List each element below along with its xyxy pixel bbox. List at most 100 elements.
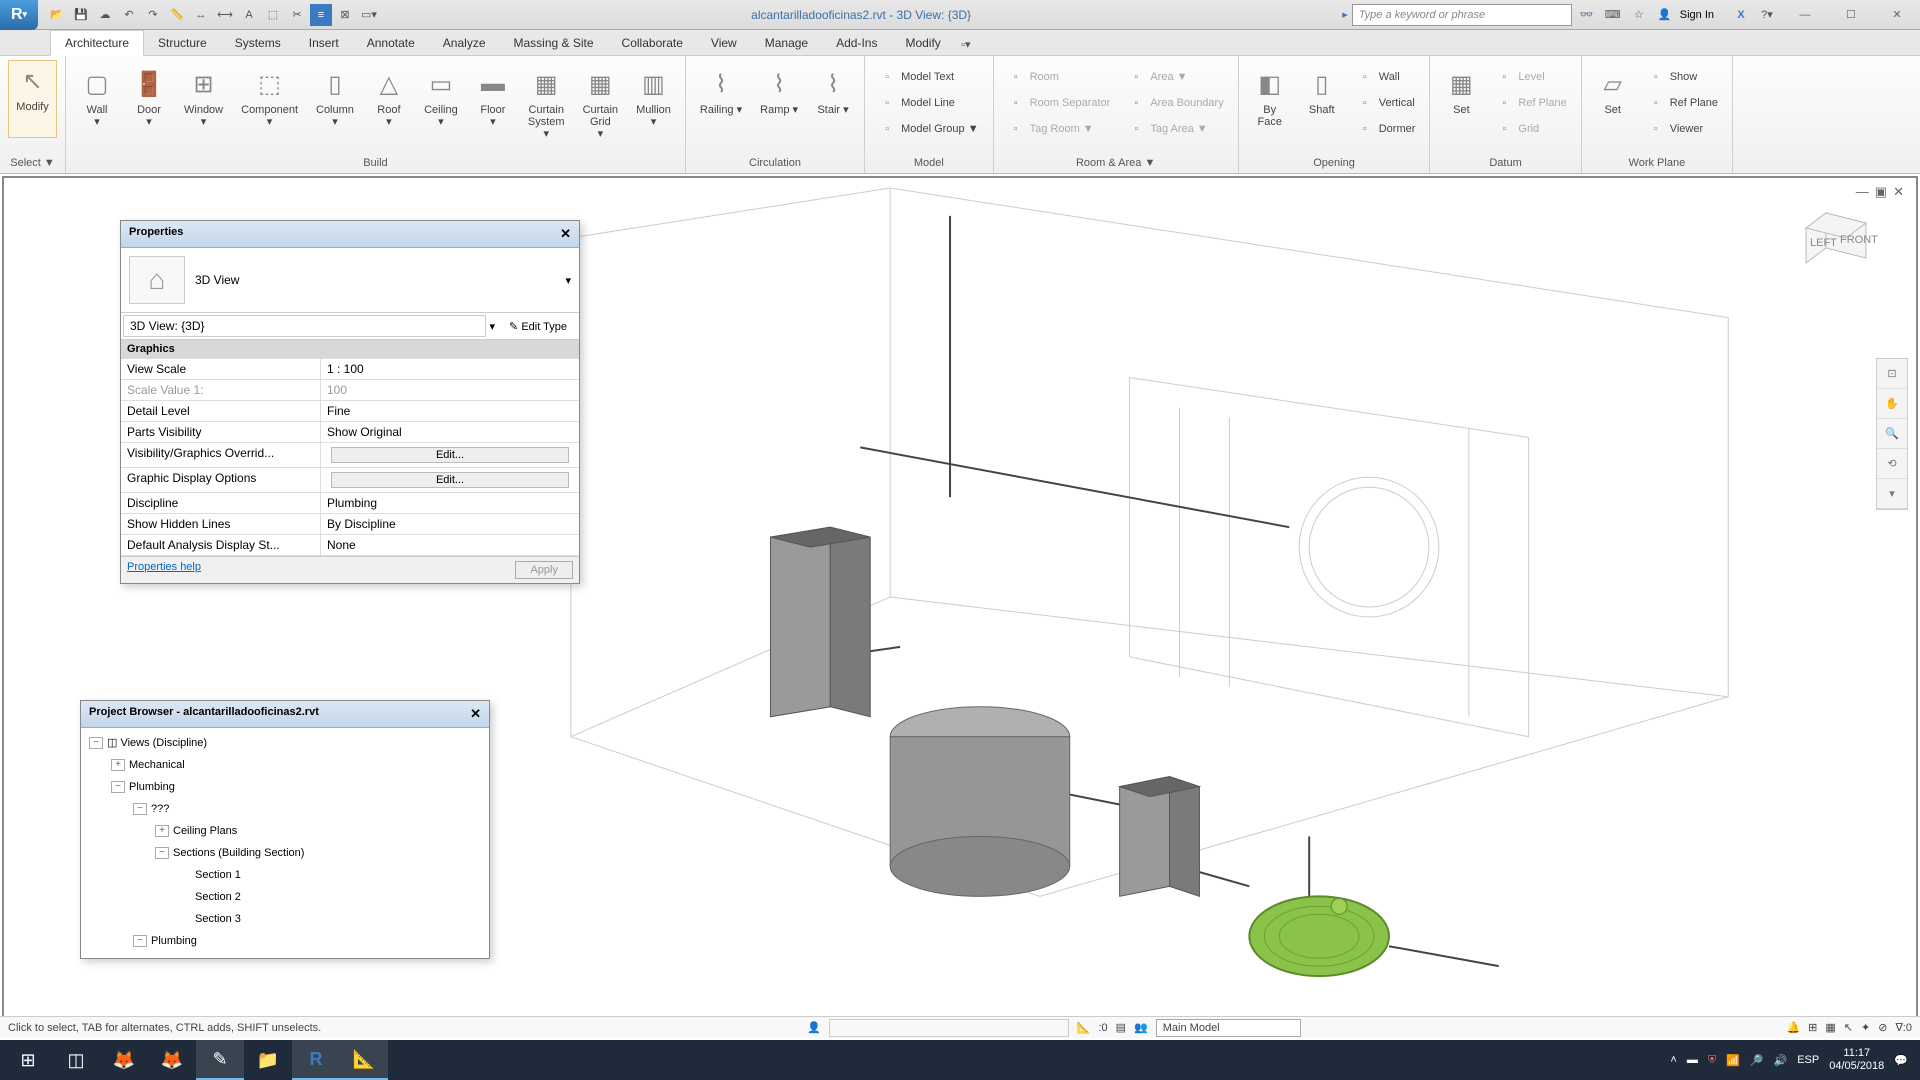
build-floor[interactable]: ▬Floor ▾ — [470, 64, 516, 132]
filter-icon[interactable]: ⊞ — [1808, 1021, 1817, 1034]
build-door[interactable]: 🚪Door ▾ — [126, 64, 172, 132]
small-areaboundary[interactable]: ▫Area Boundary — [1122, 90, 1229, 116]
prop-value[interactable]: Edit... — [321, 468, 579, 492]
tab-architecture[interactable]: Architecture — [50, 30, 144, 56]
keys-icon[interactable]: ⌨ — [1602, 4, 1624, 26]
small-show[interactable]: ▫Show — [1642, 64, 1724, 90]
orbit-icon[interactable]: ⟲ — [1877, 449, 1907, 479]
filter-icon[interactable]: 🔔 — [1786, 1021, 1800, 1034]
switch-icon[interactable]: ▭▾ — [358, 4, 380, 26]
filter-icon[interactable]: ▦ — [1825, 1021, 1835, 1034]
3d-icon[interactable]: ⬚ — [262, 4, 284, 26]
build-column[interactable]: ▯Column ▾ — [310, 64, 360, 132]
taskview-icon[interactable]: ◫ — [52, 1040, 100, 1080]
binoculars-icon[interactable]: 👓 — [1576, 4, 1598, 26]
filter-icon[interactable]: ✦ — [1861, 1021, 1870, 1034]
measure-icon[interactable]: 📏 — [166, 4, 188, 26]
type-name[interactable]: 3D View — [195, 273, 555, 287]
modify-tool[interactable]: ↖ Modify — [8, 60, 57, 138]
build-curtain system[interactable]: ▦Curtain System ▾ — [522, 64, 571, 144]
tray-volume-icon[interactable]: 🔊 — [1774, 1054, 1788, 1067]
tray-clock[interactable]: 11:1704/05/2018 — [1829, 1047, 1884, 1073]
filter-icon[interactable]: ∇:0 — [1895, 1021, 1912, 1034]
sync-icon[interactable]: ☁ — [94, 4, 116, 26]
zoom-icon[interactable]: 🔍 — [1877, 419, 1907, 449]
tray-icon[interactable]: 📶 — [1726, 1054, 1740, 1067]
build-curtain grid[interactable]: ▦Curtain Grid ▾ — [577, 64, 624, 144]
status-icon[interactable]: 👤 — [807, 1021, 821, 1034]
app-icon[interactable]: ✎ — [196, 1040, 244, 1080]
tab-collaborate[interactable]: Collaborate — [608, 31, 697, 55]
signin-link[interactable]: Sign In — [1680, 9, 1726, 21]
save-icon[interactable]: 💾 — [70, 4, 92, 26]
workplane-set[interactable]: ▱Set — [1590, 64, 1636, 120]
maximize-button[interactable]: ☐ — [1828, 0, 1874, 30]
build-window[interactable]: ⊞Window ▾ — [178, 64, 229, 132]
opening-shaft[interactable]: ▯Shaft — [1299, 64, 1345, 120]
open-icon[interactable]: 📂 — [46, 4, 68, 26]
minimize-button[interactable]: — — [1782, 0, 1828, 30]
small-dormer[interactable]: ▫Dormer — [1351, 116, 1422, 142]
tree-item[interactable]: Section 2 — [83, 886, 487, 908]
edit-type-button[interactable]: ✎ Edit Type — [499, 317, 577, 336]
prop-value[interactable]: By Discipline — [321, 514, 579, 534]
small-room[interactable]: ▫Room — [1002, 64, 1117, 90]
tree-toggle-icon[interactable]: + — [155, 825, 169, 837]
prop-value[interactable]: 100 — [321, 380, 579, 400]
tab-systems[interactable]: Systems — [221, 31, 295, 55]
tray-notif-icon[interactable]: 💬 — [1894, 1054, 1908, 1067]
status-icon[interactable]: 👥 — [1134, 1021, 1148, 1034]
small-refplane[interactable]: ▫Ref Plane — [1490, 90, 1572, 116]
tab-addins[interactable]: Add-Ins — [822, 31, 891, 55]
edit-button[interactable]: Edit... — [331, 472, 569, 488]
text-icon[interactable]: A — [238, 4, 260, 26]
prop-value[interactable]: 1 : 100 — [321, 359, 579, 379]
prop-value[interactable]: None — [321, 535, 579, 555]
tree-item[interactable]: −Plumbing — [83, 776, 487, 798]
datum-set[interactable]: ▦Set — [1438, 64, 1484, 120]
app-icon[interactable]: R▾ — [0, 0, 38, 30]
help-icon[interactable]: ?▾ — [1756, 4, 1778, 26]
tree-toggle-icon[interactable]: − — [133, 803, 147, 815]
tree-item[interactable]: +Mechanical — [83, 754, 487, 776]
tray-lang[interactable]: ESP — [1797, 1054, 1819, 1066]
build-component[interactable]: ⬚Component ▾ — [235, 64, 304, 132]
prop-value[interactable]: Fine — [321, 401, 579, 421]
undo-icon[interactable]: ↶ — [118, 4, 140, 26]
prop-value[interactable]: Show Original — [321, 422, 579, 442]
tab-overflow-icon[interactable]: ▫▾ — [955, 33, 977, 55]
view-instance-select[interactable]: 3D View: {3D} — [123, 315, 486, 337]
build-roof[interactable]: △Roof ▾ — [366, 64, 412, 132]
filter-icon[interactable]: ⊘ — [1878, 1021, 1887, 1034]
tree-toggle-icon[interactable]: − — [111, 781, 125, 793]
fullnav-icon[interactable]: ⊡ — [1877, 359, 1907, 389]
small-grid[interactable]: ▫Grid — [1490, 116, 1572, 142]
small-level[interactable]: ▫Level — [1490, 64, 1572, 90]
redo-icon[interactable]: ↷ — [142, 4, 164, 26]
tray-up-icon[interactable]: ˄ — [1670, 1054, 1676, 1066]
viewcube[interactable]: FRONTLEFT — [1796, 198, 1886, 288]
small-modelgroup[interactable]: ▫Model Group ▼ — [873, 116, 985, 142]
firefox-icon[interactable]: 🦊 — [100, 1040, 148, 1080]
small-modelline[interactable]: ▫Model Line — [873, 90, 985, 116]
search-input[interactable]: Type a keyword or phrase — [1352, 4, 1572, 26]
tray-icon[interactable]: ⛨ — [1708, 1054, 1716, 1067]
tree-item[interactable]: −??? — [83, 798, 487, 820]
circ-ramp[interactable]: ⌇Ramp ▾ — [754, 64, 804, 120]
edit-button[interactable]: Edit... — [331, 447, 569, 463]
prop-value[interactable]: Edit... — [321, 443, 579, 467]
tab-annotate[interactable]: Annotate — [353, 31, 429, 55]
tab-structure[interactable]: Structure — [144, 31, 221, 55]
close-button[interactable]: ✕ — [1874, 0, 1920, 30]
small-area[interactable]: ▫Area ▼ — [1122, 64, 1229, 90]
small-modeltext[interactable]: ▫Model Text — [873, 64, 985, 90]
status-input[interactable] — [829, 1019, 1069, 1037]
workset-select[interactable]: Main Model — [1156, 1019, 1301, 1037]
panel-select-label[interactable]: Select ▼ — [8, 152, 57, 173]
properties-close-icon[interactable]: ✕ — [560, 226, 571, 242]
tree-item[interactable]: +Ceiling Plans — [83, 820, 487, 842]
dim-icon[interactable]: ⟷ — [214, 4, 236, 26]
tree-item[interactable]: Section 3 — [83, 908, 487, 930]
thin-icon[interactable]: ≡ — [310, 4, 332, 26]
exchange-icon[interactable]: X — [1730, 4, 1752, 26]
